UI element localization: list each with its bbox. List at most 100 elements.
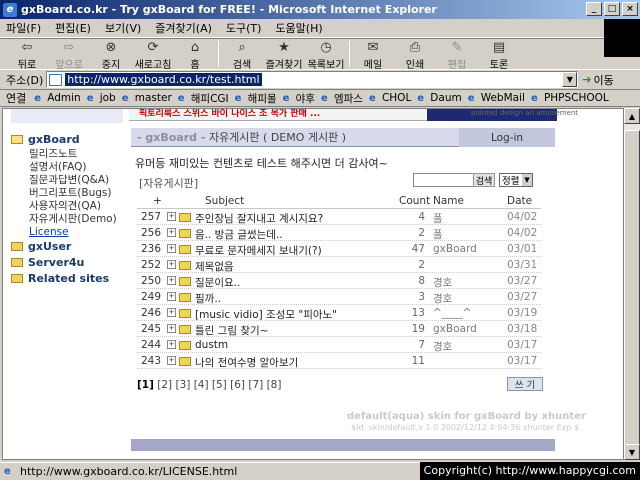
link-empas[interactable]: e 엠파스 (321, 91, 363, 106)
discuss-button[interactable]: ▤ 토론 (480, 39, 518, 72)
menu-file[interactable]: 파일(F) (6, 20, 41, 36)
post-subject-link[interactable]: 필까.. (195, 291, 221, 306)
table-row[interactable]: 250 + 질문이요.. 8 경호 03/27 (137, 273, 541, 289)
close-button[interactable]: × (622, 2, 638, 16)
table-row[interactable]: 244 + dustm 7 경호 03/17 (137, 337, 541, 353)
mail-button[interactable]: ✉ 메일 (354, 39, 392, 72)
column-count[interactable]: Count (399, 195, 430, 207)
post-number: 246 (140, 307, 161, 319)
write-button[interactable]: 쓰 기 (507, 377, 543, 391)
stop-button[interactable]: ⊗ 중지 (92, 39, 130, 72)
table-row[interactable]: 256 + 음.. 방금 글썼는데.. 2 폴 04/02 (137, 225, 541, 241)
link-chol[interactable]: e CHOL (369, 92, 411, 104)
expand-plus-icon[interactable]: + (167, 276, 176, 285)
expand-plus-icon[interactable]: + (167, 308, 176, 317)
table-row[interactable]: 252 + 제목없음 2 03/31 (137, 257, 541, 273)
edit-button[interactable]: ✎ 편집 (438, 39, 476, 72)
history-button[interactable]: ◷ 목록보기 (307, 39, 345, 72)
favorites-button[interactable]: ★ 즐겨찾기 (265, 39, 303, 72)
print-button[interactable]: ⎙ 인쇄 (396, 39, 434, 72)
link-job[interactable]: e job (87, 92, 116, 104)
expand-plus-icon[interactable]: + (167, 340, 176, 349)
refresh-button[interactable]: ⟳ 새로고침 (134, 39, 172, 72)
post-subject-link[interactable]: 주인장님 잘지내고 계시지요? (195, 211, 323, 226)
page-link[interactable]: [7] (248, 379, 263, 391)
address-url[interactable]: http://www.gxboard.co.kr/test.html (65, 73, 262, 86)
tree-node-gxuser[interactable]: gxUser (11, 238, 117, 254)
table-row[interactable]: 257 + 주인장님 잘지내고 계시지요? 4 폴 04/02 (137, 209, 541, 225)
page-link[interactable]: [6] (230, 379, 245, 391)
link-yahoo[interactable]: e 야후 (283, 91, 315, 106)
column-date[interactable]: Date (507, 195, 532, 207)
column-expand: + (153, 195, 162, 207)
table-row[interactable]: 243 + 나의 전여수명 알아보기 11 03/17 (137, 353, 541, 369)
go-arrow-icon: ➔ (582, 73, 592, 86)
maximize-button[interactable]: □ (604, 2, 620, 16)
link-happycgi[interactable]: e 해피CGI (178, 91, 229, 106)
page-link[interactable]: [5] (212, 379, 227, 391)
tree-node-related-sites[interactable]: Related sites (11, 270, 117, 286)
table-row[interactable]: 249 + 필까.. 3 경호 03/27 (137, 289, 541, 305)
page-link[interactable]: [8] (267, 379, 282, 391)
expand-plus-icon[interactable]: + (167, 292, 176, 301)
back-button[interactable]: ⇦ 뒤로 (8, 39, 46, 72)
menu-favorites[interactable]: 즐겨찾기(A) (155, 20, 212, 36)
print-icon: ⎙ (409, 40, 421, 55)
post-subject-link[interactable]: dustm (195, 339, 228, 351)
post-subject-link[interactable]: 질문이요.. (195, 275, 240, 290)
scroll-up-button[interactable]: ▲ (624, 108, 640, 124)
scroll-thumb[interactable] (624, 130, 640, 448)
menu-help[interactable]: 도움말(H) (275, 20, 322, 36)
minimize-button[interactable]: _ (586, 2, 602, 16)
tree-item-license[interactable]: License (11, 225, 117, 238)
table-row[interactable]: 245 + 틀린 그림 찾기~ 19 gxBoard 03/18 (137, 321, 541, 337)
nav-top-strip (11, 109, 123, 123)
page-link[interactable]: [4] (194, 379, 209, 391)
link-daum[interactable]: e Daum (417, 92, 461, 104)
table-row[interactable]: 236 + 무료로 문자메세지 보내기(?) 47 gxBoard 03/01 (137, 241, 541, 257)
expand-plus-icon[interactable]: + (167, 228, 176, 237)
vertical-scrollbar[interactable]: ▲ ▼ (624, 108, 640, 460)
post-subject-link[interactable]: 무료로 문자메세지 보내기(?) (195, 243, 322, 258)
post-subject-link[interactable]: [music vidio] 조성모 "피아노" (195, 307, 337, 322)
expand-plus-icon[interactable]: + (167, 244, 176, 253)
post-subject-link[interactable]: 나의 전여수명 알아보기 (195, 355, 298, 370)
tree-item-free-board[interactable]: 자유게시판(Demo) (11, 212, 117, 225)
board-search-button[interactable]: 검색 (473, 173, 495, 187)
post-subject-link[interactable]: 틀린 그림 찾기~ (195, 323, 268, 338)
address-input[interactable]: http://www.gxboard.co.kr/test.html ▼ (46, 71, 579, 88)
address-dropdown-button[interactable]: ▼ (562, 72, 578, 87)
expand-plus-icon[interactable]: + (167, 260, 176, 269)
scroll-down-button[interactable]: ▼ (624, 444, 640, 460)
page-link[interactable]: [3] (175, 379, 190, 391)
menu-view[interactable]: 보기(V) (105, 20, 141, 36)
expand-plus-icon[interactable]: + (167, 324, 176, 333)
page-link[interactable]: [2] (157, 379, 172, 391)
login-button[interactable]: Log-in (459, 128, 555, 147)
link-master[interactable]: e master (122, 92, 172, 104)
tree-node-server4u[interactable]: Server4u (11, 254, 117, 270)
expand-plus-icon[interactable]: + (167, 212, 176, 221)
post-subject-link[interactable]: 제목없음 (195, 259, 234, 274)
board-header: - gxBoard - 자유게시판 ( DEMO 게시판 ) Log-in (131, 128, 555, 147)
link-happymall[interactable]: e 해피몰 (235, 91, 277, 106)
post-subject-link[interactable]: 음.. 방금 글썼는데.. (195, 227, 283, 242)
search-button[interactable]: ⌕ 검색 (223, 39, 261, 72)
expand-plus-icon[interactable]: + (167, 356, 176, 365)
link-webmail[interactable]: e WebMail (468, 92, 525, 104)
forward-button[interactable]: ⇨ 앞으로 (50, 39, 88, 72)
link-admin[interactable]: e Admin (34, 92, 80, 104)
menu-edit[interactable]: 편집(E) (55, 20, 91, 36)
links-label: 연결 (6, 92, 27, 105)
sort-select[interactable]: 정렬 ▼ (499, 173, 533, 187)
menu-tools[interactable]: 도구(T) (226, 20, 262, 36)
link-phpschool[interactable]: e PHPSCHOOL (531, 92, 609, 104)
tree-node-gxboard[interactable]: gxBoard (11, 131, 117, 147)
column-name[interactable]: Name (433, 195, 464, 207)
column-subject[interactable]: Subject (205, 195, 244, 207)
go-button[interactable]: ➔ 이동 (582, 72, 613, 88)
skin-credit: default(aqua) skin for gxBoard by xhunte… (347, 411, 586, 422)
home-button[interactable]: ⌂ 홈 (176, 39, 214, 72)
page-current[interactable]: [1] (137, 379, 154, 391)
table-row[interactable]: 246 + [music vidio] 조성모 "피아노" 13 ^____^ 03/19 (137, 305, 541, 321)
